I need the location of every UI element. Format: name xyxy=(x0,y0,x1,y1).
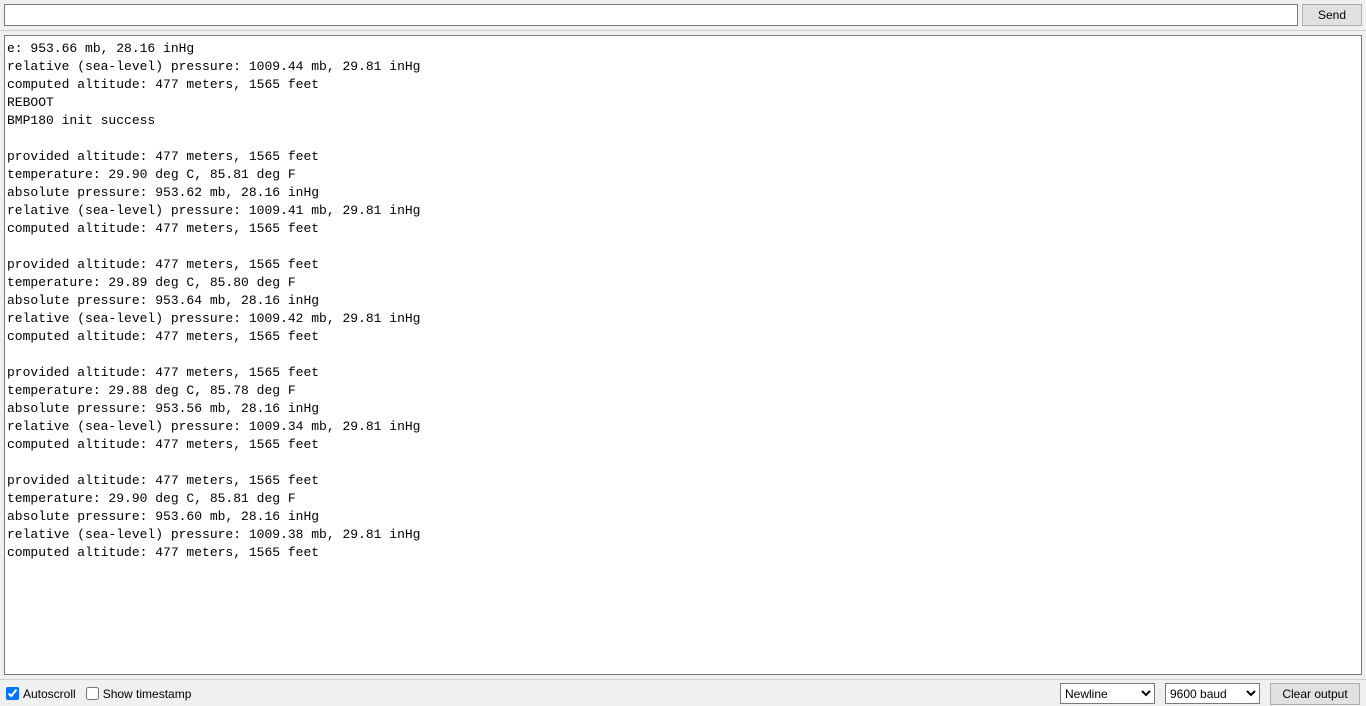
send-button[interactable]: Send xyxy=(1302,4,1362,26)
clear-output-button[interactable]: Clear output xyxy=(1270,683,1360,705)
baud-rate-select[interactable]: 9600 baud xyxy=(1165,683,1260,704)
autoscroll-input[interactable] xyxy=(6,687,19,700)
timestamp-input[interactable] xyxy=(86,687,99,700)
status-bar: Autoscroll Show timestamp Newline 9600 b… xyxy=(0,679,1366,706)
autoscroll-label: Autoscroll xyxy=(23,687,76,701)
timestamp-label: Show timestamp xyxy=(103,687,192,701)
serial-output[interactable]: e: 953.66 mb, 28.16 inHg relative (sea-l… xyxy=(4,35,1362,675)
command-toolbar: Send xyxy=(0,0,1366,31)
timestamp-checkbox[interactable]: Show timestamp xyxy=(86,687,192,701)
autoscroll-checkbox[interactable]: Autoscroll xyxy=(6,687,76,701)
command-input[interactable] xyxy=(4,4,1298,26)
line-ending-select[interactable]: Newline xyxy=(1060,683,1155,704)
